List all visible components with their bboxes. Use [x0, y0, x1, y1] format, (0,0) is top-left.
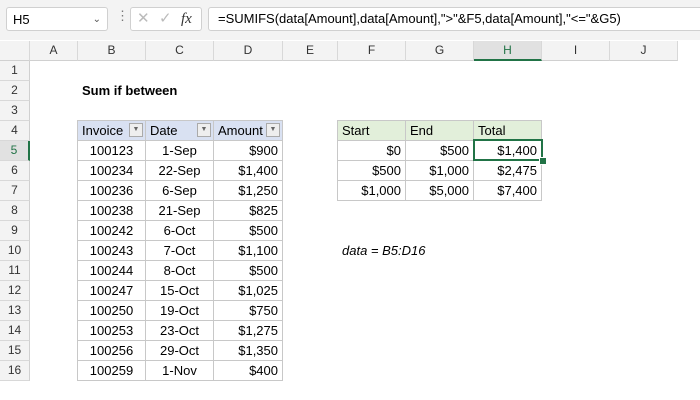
end-cell[interactable]: $5,000 [405, 180, 474, 201]
formula-bar-area: H5 ⌄ ⋮ ✕ ✓ fx =SUMIFS(data[Amount],data[A… [0, 0, 700, 40]
table-header-invoice[interactable]: Invoice ▼ [77, 120, 146, 141]
total-cell[interactable]: $7,400 [473, 180, 542, 201]
header-label: Amount [218, 123, 263, 138]
amount-cell[interactable]: $400 [213, 360, 283, 381]
row-header-1[interactable]: 1 [0, 61, 30, 81]
date-cell[interactable]: 7-Oct [145, 240, 214, 261]
active-cell-h5[interactable] [473, 139, 543, 161]
amount-cell[interactable]: $1,025 [213, 280, 283, 301]
row-header-13[interactable]: 13 [0, 301, 30, 321]
amount-cell[interactable]: $825 [213, 200, 283, 221]
sheet-title: Sum if between [82, 83, 178, 98]
row-header-9[interactable]: 9 [0, 221, 30, 241]
amount-cell[interactable]: $900 [213, 140, 283, 161]
cancel-icon[interactable]: ✕ [137, 8, 150, 30]
row-header-14[interactable]: 14 [0, 321, 30, 341]
column-header-f[interactable]: F [338, 41, 406, 61]
filter-dropdown-icon[interactable]: ▼ [197, 123, 211, 137]
row-header-12[interactable]: 12 [0, 281, 30, 301]
header-label: Date [150, 123, 178, 138]
summary-header-start[interactable]: Start [337, 120, 406, 141]
date-cell[interactable]: 1-Nov [145, 360, 214, 381]
end-cell[interactable]: $1,000 [405, 160, 474, 181]
date-cell[interactable]: 6-Oct [145, 220, 214, 241]
row-header-4[interactable]: 4 [0, 121, 30, 141]
column-header-b[interactable]: B [78, 41, 146, 61]
row-header-7[interactable]: 7 [0, 181, 30, 201]
column-header-j[interactable]: J [610, 41, 678, 61]
invoice-cell[interactable]: 100242 [77, 220, 146, 241]
invoice-cell[interactable]: 100236 [77, 180, 146, 201]
row-header-5[interactable]: 5 [0, 141, 30, 161]
formula-buttons: ✕ ✓ fx [130, 7, 202, 31]
amount-cell[interactable]: $1,100 [213, 240, 283, 261]
summary-header-total[interactable]: Total [473, 120, 542, 141]
summary-header-end[interactable]: End [405, 120, 474, 141]
chevron-down-icon[interactable]: ⌄ [93, 8, 101, 32]
start-cell[interactable]: $500 [337, 160, 406, 181]
invoice-cell[interactable]: 100238 [77, 200, 146, 221]
date-cell[interactable]: 19-Oct [145, 300, 214, 321]
formula-input[interactable]: =SUMIFS(data[Amount],data[Amount],">"&F5… [208, 7, 700, 31]
invoice-cell[interactable]: 100244 [77, 260, 146, 281]
invoice-cell[interactable]: 100123 [77, 140, 146, 161]
amount-cell[interactable]: $1,250 [213, 180, 283, 201]
filter-dropdown-icon[interactable]: ▼ [129, 123, 143, 137]
table-header-amount[interactable]: Amount ▼ [213, 120, 283, 141]
filter-dropdown-icon[interactable]: ▼ [266, 123, 280, 137]
date-cell[interactable]: 22-Sep [145, 160, 214, 181]
invoice-cell[interactable]: 100253 [77, 320, 146, 341]
row-header-6[interactable]: 6 [0, 161, 30, 181]
date-cell[interactable]: 8-Oct [145, 260, 214, 281]
row-header-11[interactable]: 11 [0, 261, 30, 281]
select-all-corner[interactable] [0, 41, 30, 61]
header-label: Invoice [82, 123, 124, 138]
row-header-3[interactable]: 3 [0, 101, 30, 121]
column-header-a[interactable]: A [30, 41, 78, 61]
row-header-2[interactable]: 2 [0, 81, 30, 101]
fill-handle[interactable] [539, 157, 547, 165]
column-header-i[interactable]: I [542, 41, 610, 61]
invoice-cell[interactable]: 100259 [77, 360, 146, 381]
column-header-d[interactable]: D [214, 41, 283, 61]
amount-cell[interactable]: $1,400 [213, 160, 283, 181]
column-header-e[interactable]: E [283, 41, 338, 61]
row-header-15[interactable]: 15 [0, 341, 30, 361]
column-header-c[interactable]: C [146, 41, 214, 61]
date-cell[interactable]: 21-Sep [145, 200, 214, 221]
invoice-cell[interactable]: 100247 [77, 280, 146, 301]
name-box-value: H5 [13, 12, 30, 27]
date-cell[interactable]: 15-Oct [145, 280, 214, 301]
more-icon: ⋮ [116, 8, 129, 23]
total-cell[interactable]: $2,475 [473, 160, 542, 181]
row-header-8[interactable]: 8 [0, 201, 30, 221]
amount-cell[interactable]: $750 [213, 300, 283, 321]
row-header-16[interactable]: 16 [0, 361, 30, 381]
invoice-cell[interactable]: 100256 [77, 340, 146, 361]
table-header-date[interactable]: Date ▼ [145, 120, 214, 141]
date-cell[interactable]: 29-Oct [145, 340, 214, 361]
amount-cell[interactable]: $1,275 [213, 320, 283, 341]
amount-cell[interactable]: $500 [213, 260, 283, 281]
enter-icon[interactable]: ✓ [159, 8, 172, 30]
date-cell[interactable]: 6-Sep [145, 180, 214, 201]
name-box[interactable]: H5 ⌄ [6, 7, 108, 31]
date-cell[interactable]: 1-Sep [145, 140, 214, 161]
row-header-10[interactable]: 10 [0, 241, 30, 261]
named-range-note: data = B5:D16 [342, 243, 426, 258]
column-header-g[interactable]: G [406, 41, 474, 61]
invoice-cell[interactable]: 100243 [77, 240, 146, 261]
amount-cell[interactable]: $1,350 [213, 340, 283, 361]
insert-function-icon[interactable]: fx [181, 8, 192, 30]
start-cell[interactable]: $0 [337, 140, 406, 161]
amount-cell[interactable]: $500 [213, 220, 283, 241]
date-cell[interactable]: 23-Oct [145, 320, 214, 341]
end-cell[interactable]: $500 [405, 140, 474, 161]
invoice-cell[interactable]: 100234 [77, 160, 146, 181]
invoice-cell[interactable]: 100250 [77, 300, 146, 321]
column-header-h[interactable]: H [474, 41, 542, 61]
start-cell[interactable]: $1,000 [337, 180, 406, 201]
